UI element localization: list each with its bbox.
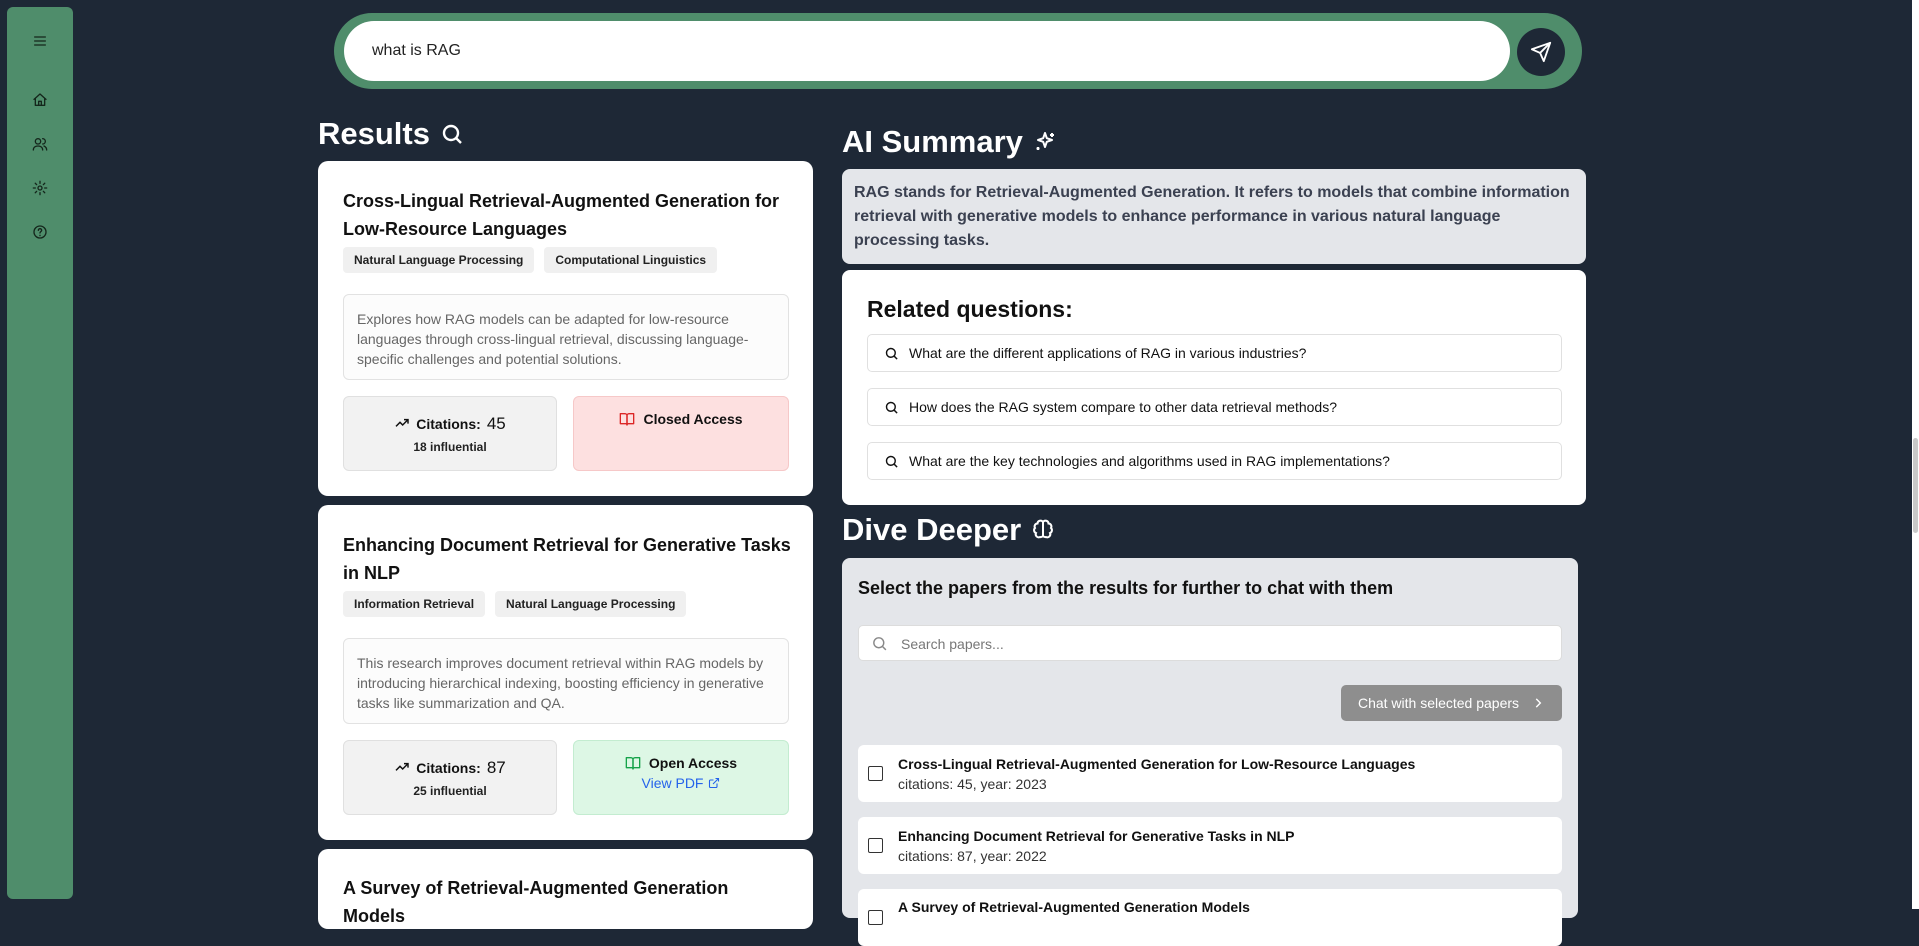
paper-checkbox[interactable] [868, 766, 883, 781]
search-bar [334, 13, 1582, 89]
home-icon[interactable] [31, 91, 49, 109]
dive-deeper-panel: Select the papers from the results for f… [842, 558, 1578, 946]
search-icon [442, 124, 462, 144]
paper-checkbox[interactable] [868, 910, 883, 925]
search-icon [885, 455, 898, 468]
view-pdf-link[interactable]: View PDF [642, 775, 721, 791]
result-card: Enhancing Document Retrieval for Generat… [318, 505, 813, 840]
access-status: Open Access View PDF [573, 740, 789, 815]
paper-checkbox[interactable] [868, 838, 883, 853]
related-question-text: What are the key technologies and algori… [909, 453, 1390, 469]
sidebar [7, 7, 73, 899]
book-open-icon [620, 413, 635, 426]
citations-box: Citations: 87 25 influential [343, 740, 557, 815]
result-card: A Survey of Retrieval-Augmented Generati… [318, 849, 813, 929]
paper-meta: citations: 45, year: 2023 [898, 776, 1047, 792]
access-status: Closed Access [573, 396, 789, 471]
trending-up-icon [395, 762, 409, 771]
tag-list: Information Retrieval Natural Language P… [343, 591, 687, 617]
related-question[interactable]: How does the RAG system compare to other… [867, 388, 1562, 426]
book-open-icon [625, 757, 641, 770]
related-question-text: What are the different applications of R… [909, 345, 1307, 361]
citations-box: Citations: 45 18 influential [343, 396, 557, 471]
sparkles-icon [1036, 132, 1054, 150]
related-questions-panel: Related questions: What are the differen… [842, 270, 1586, 505]
send-button[interactable] [1517, 28, 1565, 76]
search-input[interactable] [344, 21, 1510, 81]
related-question[interactable]: What are the different applications of R… [867, 334, 1562, 372]
results-heading: Results [318, 116, 464, 152]
dive-deeper-subheading: Select the papers from the results for f… [858, 578, 1394, 598]
paper-meta: citations: 87, year: 2022 [898, 848, 1047, 864]
influential-count: 18 influential [413, 440, 487, 454]
tag: Natural Language Processing [495, 591, 687, 617]
citations-label: Citations: [416, 760, 481, 776]
chat-button-label: Chat with selected papers [1357, 695, 1520, 711]
related-questions-heading: Related questions: [867, 296, 1073, 322]
tag: Information Retrieval [343, 591, 486, 617]
search-icon [885, 401, 898, 414]
brain-icon [1033, 519, 1054, 539]
influential-count: 25 influential [413, 784, 487, 798]
dive-deeper-heading: Dive Deeper [842, 512, 1055, 548]
paper-title: Cross-Lingual Retrieval-Augmented Genera… [898, 756, 1416, 772]
tag-list: Natural Language Processing Computationa… [343, 247, 718, 273]
menu-icon[interactable] [31, 32, 49, 50]
access-label: Open Access [648, 755, 738, 771]
result-title[interactable]: Cross-Lingual Retrieval-Augmented Genera… [343, 187, 793, 243]
access-label: Closed Access [643, 411, 743, 427]
ai-summary-text: RAG stands for Retrieval-Augmented Gener… [842, 169, 1586, 264]
result-abstract: Explores how RAG models can be adapted f… [343, 294, 789, 380]
result-abstract: This research improves document retrieva… [343, 638, 789, 724]
search-icon [873, 637, 887, 651]
ai-summary-heading: AI Summary [842, 124, 1057, 160]
paper-search [858, 625, 1562, 662]
help-icon[interactable] [31, 223, 49, 241]
paper-list-item[interactable]: Cross-Lingual Retrieval-Augmented Genera… [858, 745, 1562, 802]
settings-icon[interactable] [31, 179, 49, 197]
search-icon [885, 347, 898, 360]
view-pdf-label: View PDF [641, 775, 704, 791]
paper-search-input[interactable] [899, 626, 1553, 662]
chat-with-selected-papers-button[interactable]: Chat with selected papers [1341, 685, 1562, 721]
dive-deeper-heading-text: Dive Deeper [842, 512, 1022, 547]
citations-count: 87 [486, 758, 506, 777]
send-icon [1530, 41, 1552, 63]
related-question-text: How does the RAG system compare to other… [909, 399, 1337, 415]
result-title[interactable]: Enhancing Document Retrieval for Generat… [343, 531, 793, 587]
paper-list-item[interactable]: A Survey of Retrieval-Augmented Generati… [858, 889, 1562, 946]
citations-count: 45 [486, 414, 506, 433]
tag: Natural Language Processing [343, 247, 535, 273]
paper-title: A Survey of Retrieval-Augmented Generati… [898, 899, 1250, 915]
ai-summary-heading-text: AI Summary [842, 124, 1023, 159]
chevron-right-icon [1535, 698, 1542, 708]
paper-title: Enhancing Document Retrieval for Generat… [898, 828, 1295, 844]
tag: Computational Linguistics [544, 247, 718, 273]
trending-up-icon [395, 418, 409, 427]
citations-label: Citations: [416, 416, 481, 432]
scrollbar-thumb[interactable] [1913, 438, 1918, 533]
external-link-icon [709, 777, 720, 789]
related-question[interactable]: What are the key technologies and algori… [867, 442, 1562, 480]
result-title[interactable]: A Survey of Retrieval-Augmented Generati… [343, 874, 793, 930]
users-icon[interactable] [31, 135, 49, 153]
paper-list-item[interactable]: Enhancing Document Retrieval for Generat… [858, 817, 1562, 874]
results-heading-text: Results [318, 116, 430, 151]
result-card: Cross-Lingual Retrieval-Augmented Genera… [318, 161, 813, 496]
